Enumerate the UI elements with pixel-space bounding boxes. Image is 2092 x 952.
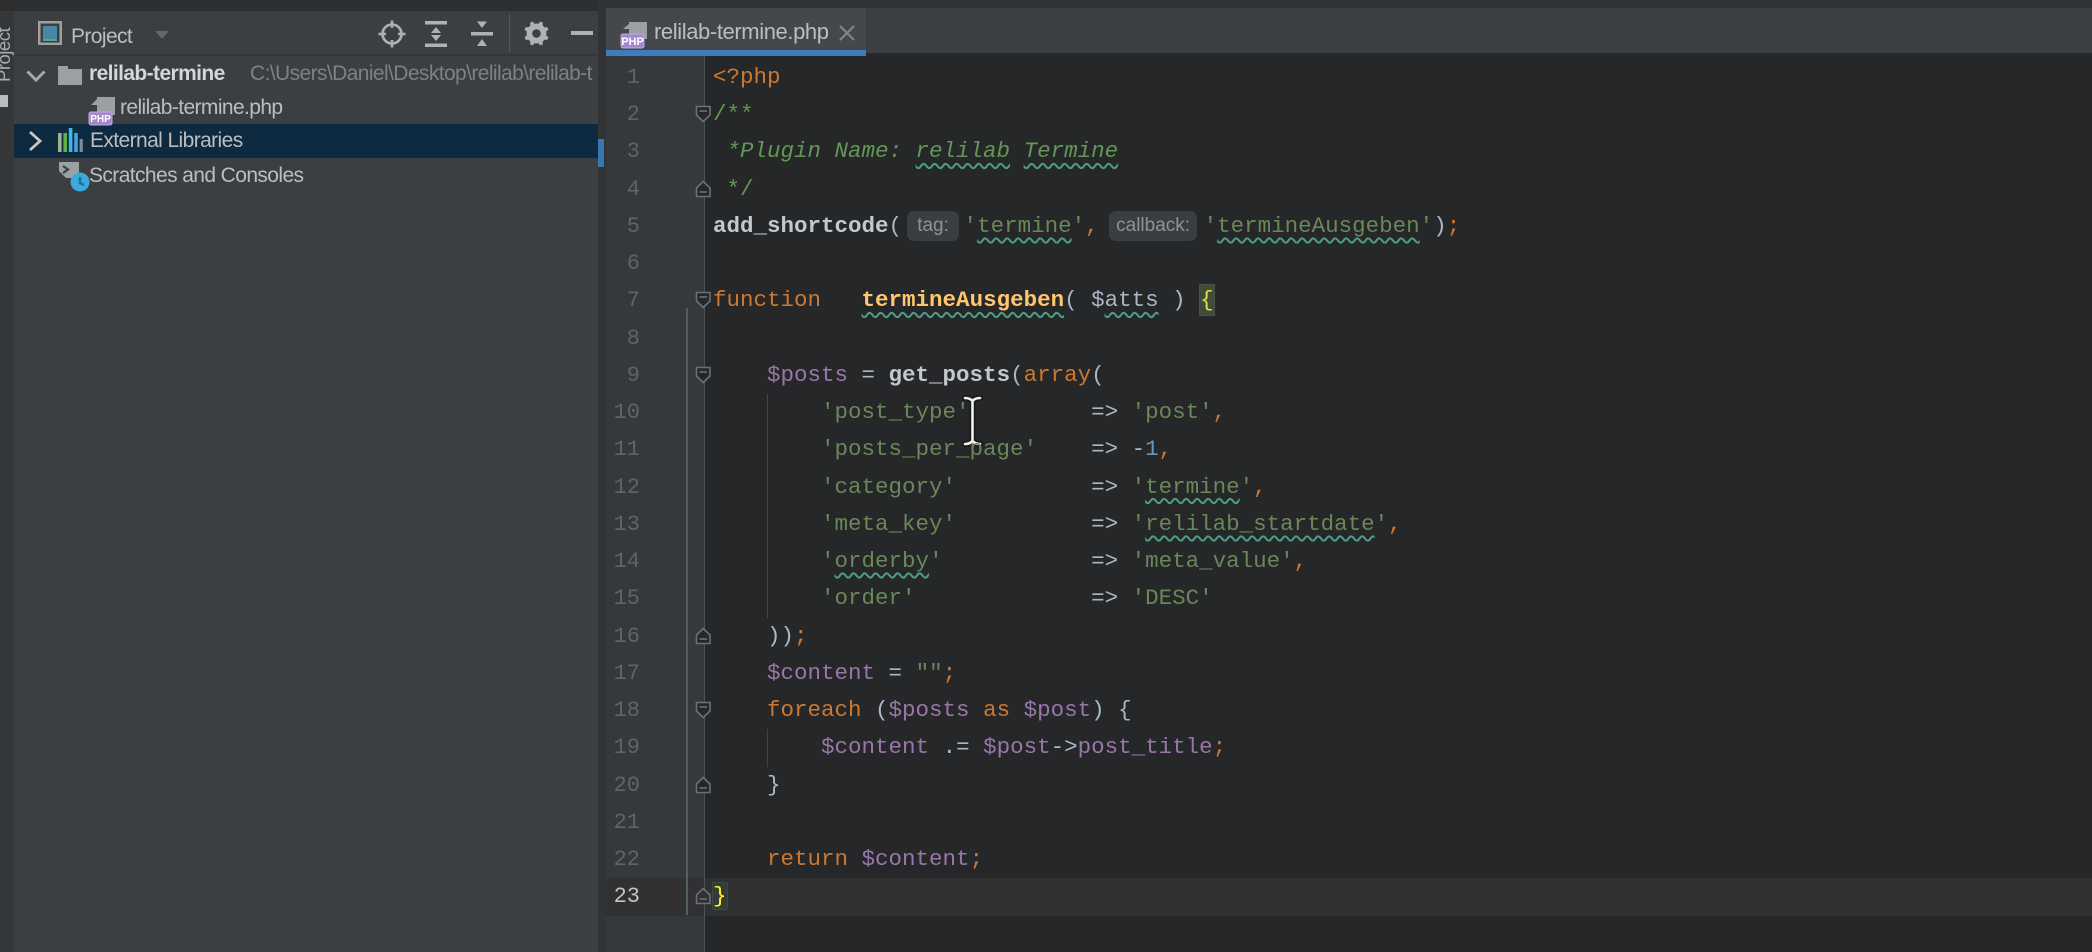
svg-text:PHP: PHP [90, 114, 111, 125]
svg-text:PHP: PHP [621, 36, 644, 48]
